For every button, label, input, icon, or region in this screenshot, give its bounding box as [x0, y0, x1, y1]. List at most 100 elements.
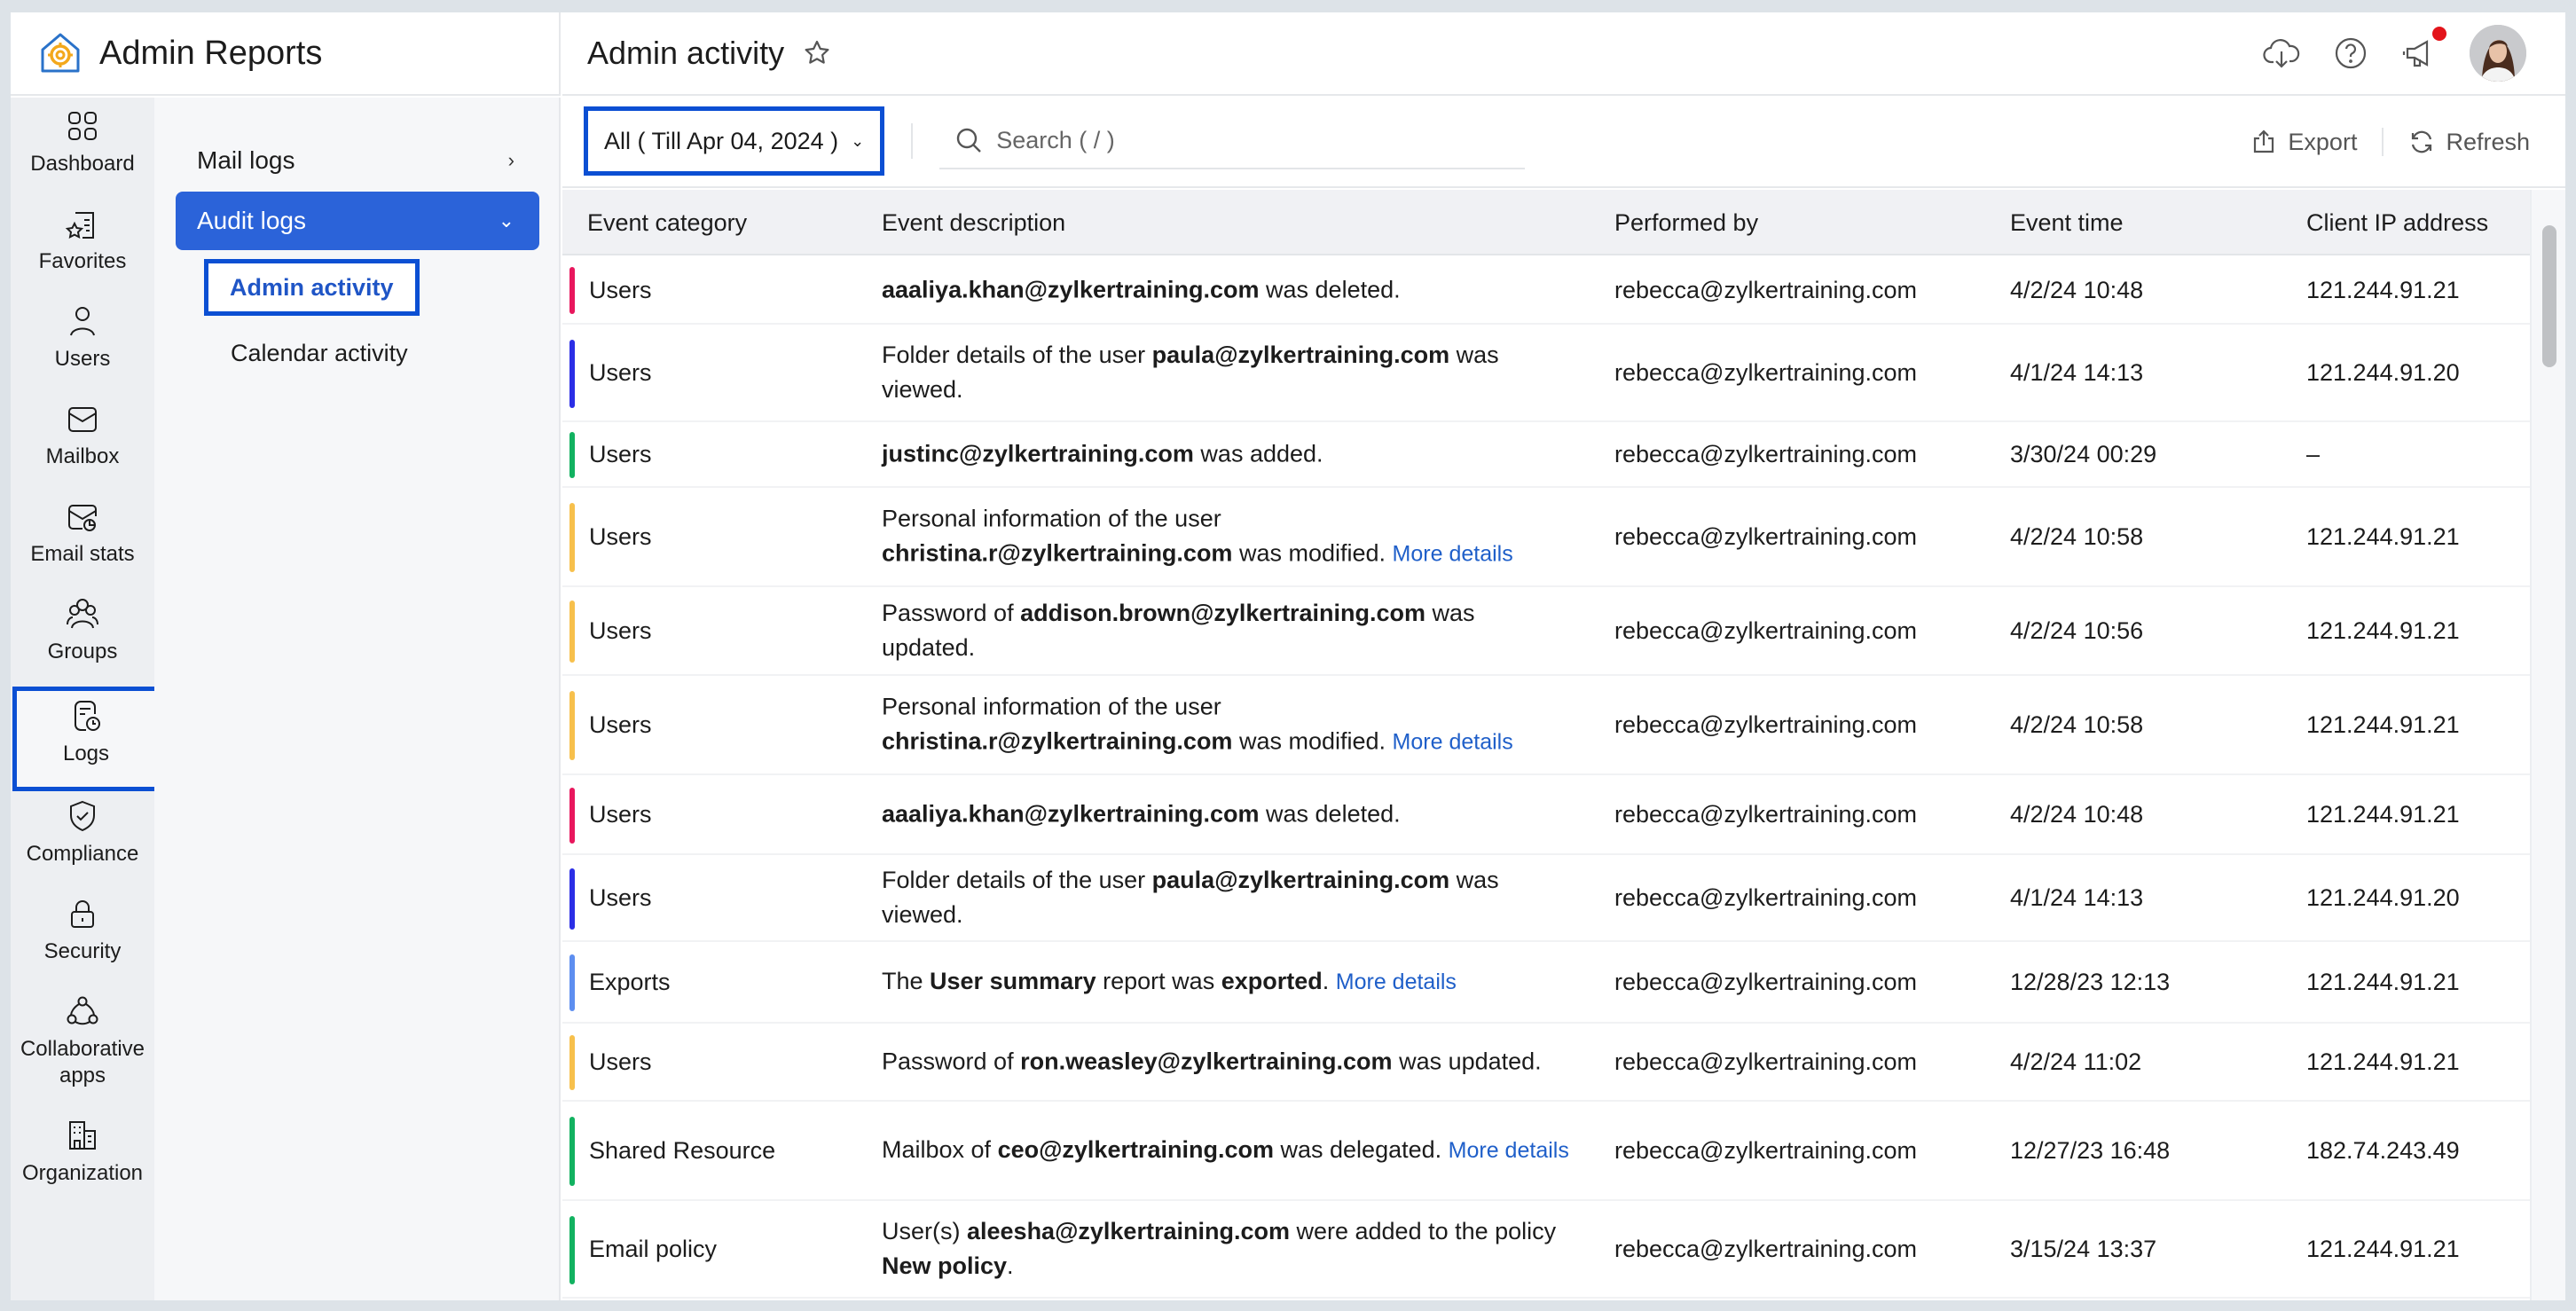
column-header-event-description[interactable]: Event description — [882, 190, 1065, 255]
rail-label-line2: apps — [59, 1064, 106, 1087]
export-button[interactable]: Export — [2250, 129, 2357, 156]
more-details-link[interactable]: More details — [1336, 970, 1457, 994]
lock-icon — [71, 900, 94, 928]
announcements-button[interactable] — [2400, 27, 2446, 73]
more-details-link[interactable]: More details — [1449, 1138, 1569, 1163]
app-window: Admin Reports Dashboard Favorites Users … — [11, 12, 2565, 1300]
cell-performed-by: rebecca@zylkertraining.com — [1614, 522, 1918, 550]
rail-item-organization[interactable]: Organization — [11, 1118, 154, 1187]
table-row[interactable]: Users Password of ron.weasley@zylkertrain… — [562, 1024, 2530, 1102]
user-avatar[interactable] — [2470, 25, 2526, 82]
column-header-client-ip[interactable]: Client IP address — [2306, 190, 2488, 255]
cell-performed-by: rebecca@zylkertraining.com — [1614, 710, 1918, 738]
cell-event-category: Users — [589, 883, 652, 911]
chevron-down-icon: ⌄ — [851, 131, 865, 150]
mailbox-icon — [68, 407, 97, 432]
event-description-text: aaaliya.khan@zylkertraining.com was dele… — [882, 276, 1401, 303]
avatar-portrait-icon — [2470, 25, 2526, 82]
column-header-performed-by[interactable]: Performed by — [1614, 190, 1758, 255]
event-description-text: Folder details of the user paula@zylkert… — [882, 341, 1499, 403]
more-details-link[interactable]: More details — [1393, 730, 1513, 755]
cell-performed-by: rebecca@zylkertraining.com — [1614, 1235, 1918, 1262]
table-row[interactable]: Email policy User(s) aleesha@zylkertraini… — [562, 1201, 2530, 1299]
main-content: Admin activity All (Till Apr 04, 2024)… — [562, 12, 2565, 1300]
table-row[interactable]: Users Folder details of the user paula@zy… — [562, 855, 2530, 942]
rail-label: Organization — [21, 1161, 144, 1185]
cell-client-ip: 121.244.91.21 — [2306, 616, 2460, 644]
cell-event-time: 4/2/24 10:58 — [2010, 710, 2144, 738]
shield-check-icon — [70, 800, 95, 832]
table-row[interactable]: Users justinc@zylkertraining.com was adde… — [562, 422, 2530, 488]
event-description-text: Folder details of the user paula@zylkert… — [882, 867, 1499, 928]
rail-item-logs[interactable]: Logs — [12, 687, 160, 791]
event-description-text: The User summary report was exported. Mo… — [882, 968, 1457, 994]
table-row[interactable]: Users Personal information of the user ch… — [562, 488, 2530, 587]
cell-client-ip: 121.244.91.21 — [2306, 276, 2460, 303]
scrollbar-thumb[interactable] — [2542, 225, 2556, 367]
submenu-calendar-activity[interactable]: Calendar activity — [209, 325, 429, 381]
cell-event-time: 3/15/24 13:37 — [2010, 1235, 2157, 1262]
cell-client-ip: 121.244.91.21 — [2306, 1048, 2460, 1075]
table-row[interactable]: Users Personal information of the user ch… — [562, 676, 2530, 775]
category-color-bar — [569, 788, 575, 844]
category-color-bar — [569, 1035, 575, 1090]
cloud-download-button[interactable] — [2262, 34, 2301, 73]
table-row[interactable]: Users aaaliya.khan@zylkertraining.com was… — [562, 257, 2530, 325]
rail-item-users[interactable]: Users — [11, 303, 154, 373]
brand-header: Admin Reports — [11, 12, 561, 96]
favorites-list-icon — [65, 212, 94, 239]
cell-performed-by: rebecca@zylkertraining.com — [1614, 800, 1918, 828]
cell-event-category: Users — [589, 616, 652, 644]
submenu-admin-activity[interactable]: Admin activity — [204, 259, 420, 316]
cell-client-ip: 121.244.91.21 — [2306, 800, 2460, 828]
cell-event-time: 4/1/24 14:13 — [2010, 883, 2144, 911]
activity-table: Event category Event description Perform… — [562, 190, 2565, 1300]
logs-submenu: Mail logs › Audit logs ⌄ Admin activity … — [154, 98, 561, 1300]
cell-client-ip: 121.244.91.20 — [2306, 358, 2460, 386]
rail-item-groups[interactable]: Groups — [11, 596, 154, 665]
search-icon — [957, 128, 982, 153]
rail-item-favorites[interactable]: Favorites — [11, 206, 154, 275]
cell-client-ip: 121.244.91.20 — [2306, 883, 2460, 911]
table-row[interactable]: Users Folder details of the user paula@zy… — [562, 325, 2530, 422]
category-color-bar — [569, 503, 575, 572]
category-color-bar — [569, 601, 575, 663]
table-row[interactable]: Shared Resource Mailbox of ceo@zylkertrai… — [562, 1102, 2530, 1201]
cell-event-category: Email policy — [589, 1235, 718, 1262]
event-description-text: justinc@zylkertraining.com was added. — [882, 440, 1323, 467]
rail-item-compliance[interactable]: Compliance — [11, 798, 154, 867]
cell-performed-by: rebecca@zylkertraining.com — [1614, 1048, 1918, 1075]
favorite-star-icon[interactable] — [802, 38, 832, 68]
table-row[interactable]: Exports The User summary report was expor… — [562, 942, 2530, 1024]
search-input[interactable] — [996, 126, 1526, 154]
rail-item-collaborative-apps[interactable]: Collaborative apps — [11, 993, 154, 1089]
chevron-right-icon: › — [507, 149, 514, 171]
refresh-button[interactable]: Refresh — [2408, 129, 2530, 156]
column-header-event-category[interactable]: Event category — [587, 190, 747, 255]
rail-item-email-stats[interactable]: Email stats — [11, 498, 154, 568]
cell-event-category: Users — [589, 800, 652, 828]
rail-label: Logs — [62, 742, 110, 765]
table-row[interactable]: Users aaaliya.khan@zylkertraining.com was… — [562, 775, 2530, 855]
submenu-audit-logs[interactable]: Audit logs ⌄ — [176, 192, 539, 250]
submenu-audit-logs-label: Audit logs — [197, 207, 306, 234]
groups-icon — [67, 599, 98, 629]
column-header-event-time[interactable]: Event time — [2010, 190, 2124, 255]
rail-item-mailbox[interactable]: Mailbox — [11, 401, 154, 470]
cell-event-time: 4/2/24 10:58 — [2010, 522, 2144, 550]
submenu-mail-logs[interactable]: Mail logs › — [176, 131, 539, 190]
refresh-icon — [2412, 130, 2432, 153]
more-details-link[interactable]: More details — [1393, 542, 1513, 567]
cell-performed-by: rebecca@zylkertraining.com — [1614, 1136, 1918, 1164]
search-box — [939, 113, 1526, 169]
admin-reports-logo-icon — [41, 33, 80, 73]
cell-event-time: 4/2/24 10:48 — [2010, 800, 2144, 828]
period-filter-dropdown[interactable]: All ( Till Apr 04, 2024 ) ⌄ — [584, 106, 885, 176]
rail-label: Favorites — [38, 249, 127, 273]
cell-event-time: 4/2/24 10:48 — [2010, 276, 2144, 303]
help-button[interactable] — [2331, 34, 2370, 73]
rail-item-dashboard[interactable]: Dashboard — [11, 108, 154, 177]
rail-item-security[interactable]: Security — [11, 896, 154, 965]
cell-client-ip: – — [2306, 440, 2321, 467]
table-row[interactable]: Users Password of addison.brown@zylkertra… — [562, 587, 2530, 676]
